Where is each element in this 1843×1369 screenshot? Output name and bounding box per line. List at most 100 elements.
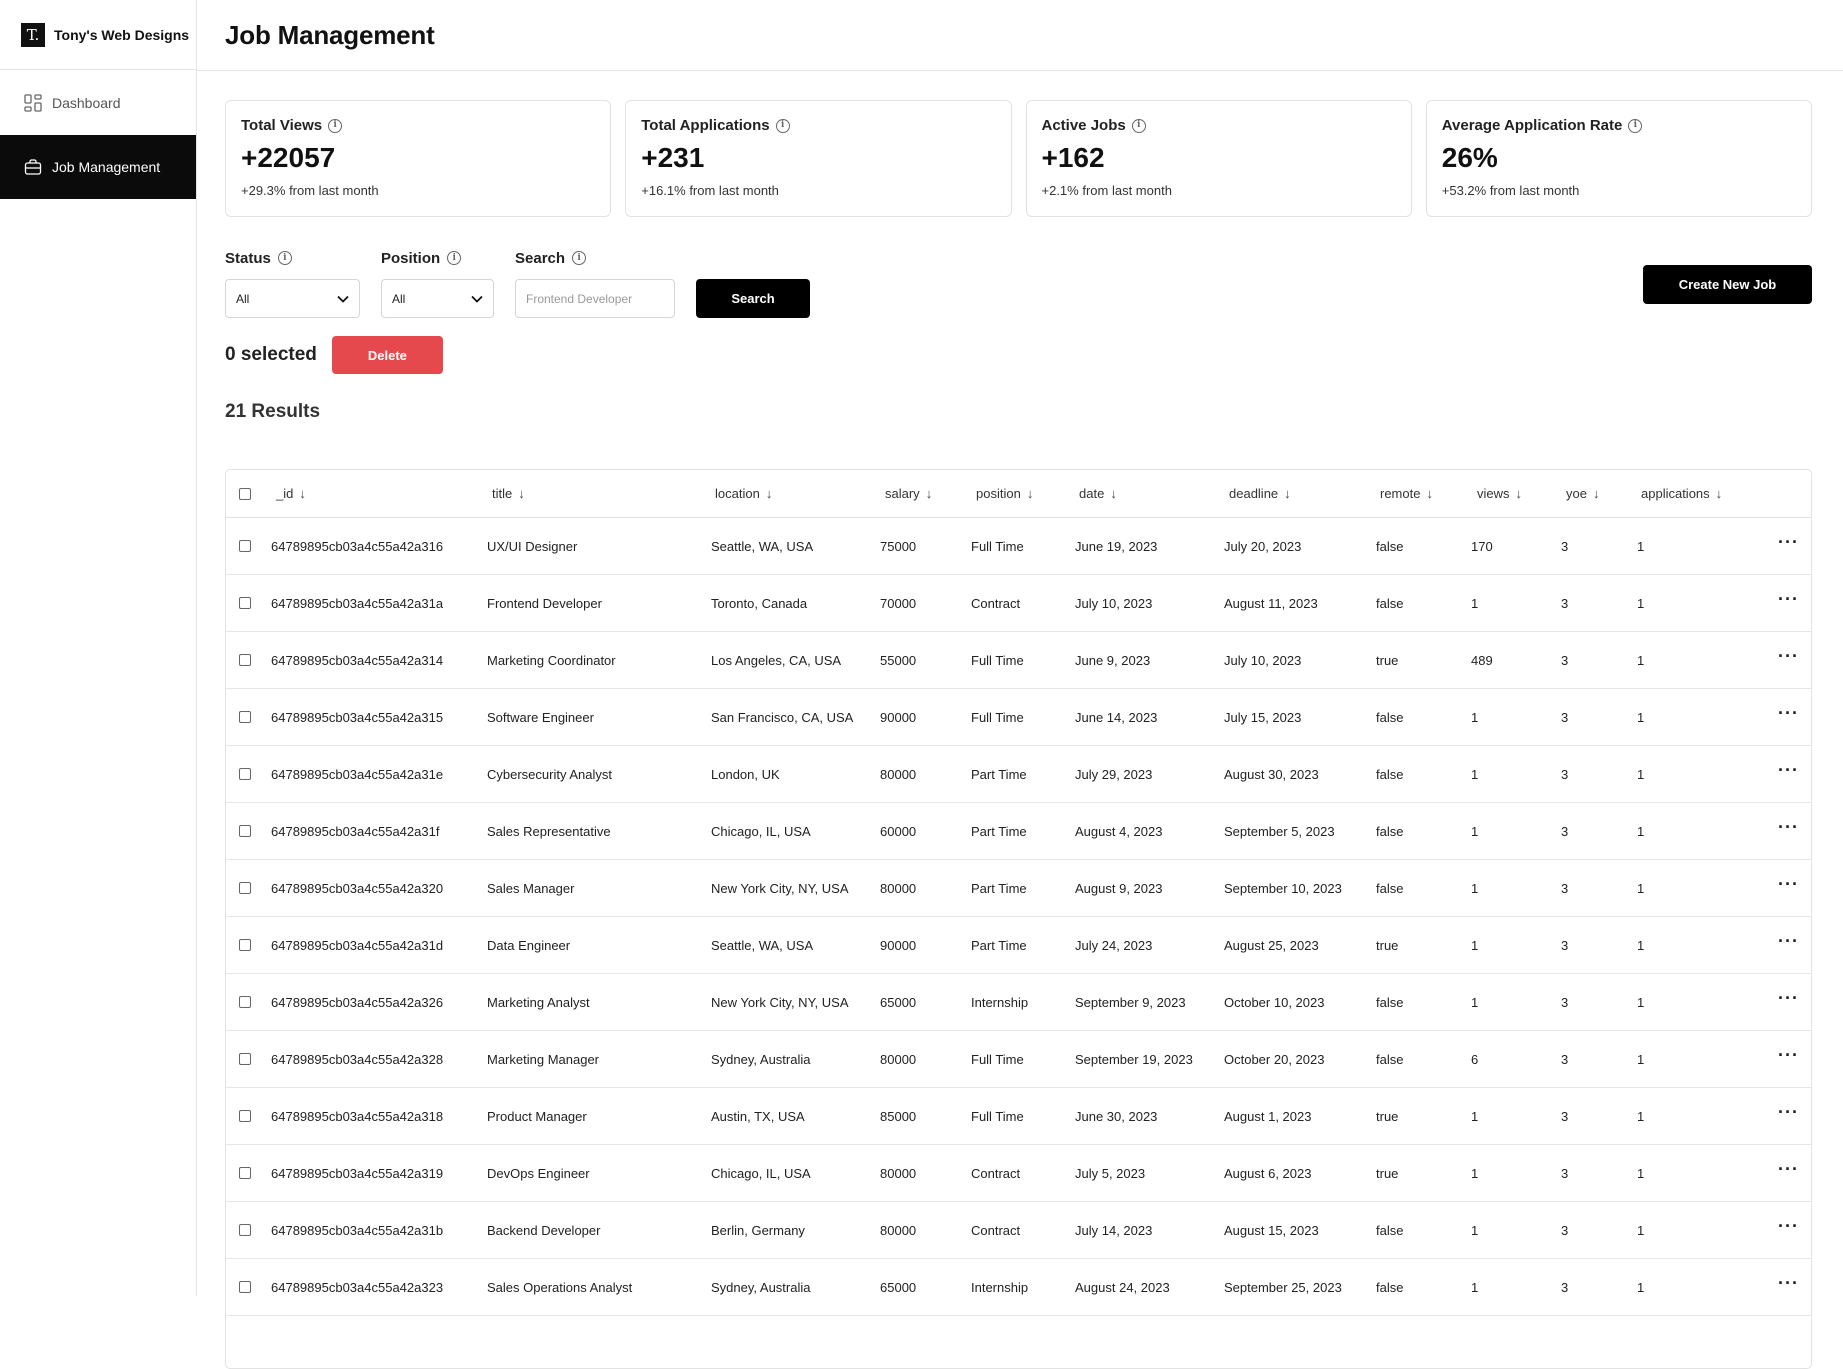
delete-button[interactable]: Delete [331,336,443,374]
select-all-checkbox[interactable] [239,487,251,500]
info-icon[interactable]: i [328,118,343,133]
main-content: Total Views i +22057 +29.3% from last mon… [225,100,1812,1369]
info-icon[interactable]: i [1131,118,1146,133]
row-checkbox[interactable] [239,654,251,666]
cell-deadline: August 30, 2023 [1224,766,1319,782]
table-row[interactable]: 64789895cb03a4c55a42a31e Cybersecurity An… [226,746,1811,803]
column-header-date[interactable]: date ↓ [1079,470,1117,517]
cell-applications: 1 [1637,1165,1645,1181]
cell-location: San Francisco, CA, USA [711,709,854,725]
more-horizontal-icon[interactable]: ··· [1778,1255,1799,1311]
column-header-deadline[interactable]: deadline ↓ [1229,470,1291,517]
stat-card-average-application-rate: Average Application Rate i 26% +53.2% fro… [1425,100,1812,217]
results-count: 21 Results [225,401,321,422]
create-new-job-button[interactable]: Create New Job [1643,265,1812,304]
cell-salary: 80000 [880,1165,917,1181]
column-header-title[interactable]: title ↓ [492,470,525,517]
table-row[interactable]: 64789895cb03a4c55a42a31f Sales Representa… [226,803,1811,860]
more-horizontal-icon[interactable]: ··· [1778,856,1799,912]
info-icon[interactable]: i [572,251,587,265]
more-horizontal-icon[interactable]: ··· [1778,628,1799,684]
cell-date: July 5, 2023 [1075,1165,1146,1181]
row-checkbox[interactable] [239,1167,251,1179]
more-horizontal-icon[interactable]: ··· [1778,799,1799,855]
sidebar-item-label: Dashboard [52,95,121,111]
row-checkbox[interactable] [239,825,251,837]
row-checkbox[interactable] [239,768,251,780]
cell-salary: 85000 [880,1108,917,1124]
table-row[interactable]: 64789895cb03a4c55a42a319 DevOps Engineer C… [226,1145,1811,1202]
cell-yoe: 3 [1561,766,1569,782]
column-header-yoe[interactable]: yoe ↓ [1566,470,1599,517]
table-row[interactable]: 64789895cb03a4c55a42a31d Data Engineer Sea… [226,917,1811,974]
more-horizontal-icon[interactable]: ··· [1778,514,1799,570]
column-header-position[interactable]: position ↓ [976,470,1033,517]
more-horizontal-icon[interactable]: ··· [1778,571,1799,627]
sidebar-item-job-management[interactable]: Job Management [0,135,196,199]
more-horizontal-icon[interactable]: ··· [1778,1141,1799,1197]
row-checkbox-cell [239,575,251,631]
chevron-down-icon [471,295,483,303]
row-checkbox[interactable] [239,996,251,1008]
column-header-location[interactable]: location ↓ [715,470,772,517]
row-checkbox-cell [239,1088,251,1144]
row-checkbox[interactable] [239,1110,251,1122]
column-header-remote[interactable]: remote ↓ [1380,470,1433,517]
sidebar-item-label: Job Management [52,159,161,175]
row-checkbox[interactable] [239,1224,251,1236]
more-horizontal-icon[interactable]: ··· [1778,970,1799,1026]
row-checkbox[interactable] [239,1281,251,1293]
table-row[interactable]: 64789895cb03a4c55a42a31b Backend Develope… [226,1202,1811,1259]
brand[interactable]: T. Tony's Web Designs [0,0,196,70]
cell-title: Backend Developer [487,1222,601,1238]
cell-views: 1 [1471,709,1479,725]
column-header-applications[interactable]: applications ↓ [1641,470,1722,517]
cell-date: June 30, 2023 [1075,1108,1158,1124]
cell-applications: 1 [1637,595,1645,611]
column-header-views[interactable]: views ↓ [1477,470,1522,517]
sidebar-item-dashboard[interactable]: Dashboard [0,71,196,135]
table-row[interactable]: 64789895cb03a4c55a42a314 Marketing Coordi… [226,632,1811,689]
table-row[interactable]: 64789895cb03a4c55a42a326 Marketing Analys… [226,974,1811,1031]
more-horizontal-icon[interactable]: ··· [1778,1198,1799,1254]
table-header: _id ↓ title ↓ location ↓ salary ↓ position ↓ date ↓… [226,470,1811,518]
stat-change: +29.3% from last month [241,183,379,198]
cell-position: Internship [971,1279,1029,1295]
search-button[interactable]: Search [696,279,810,318]
info-icon[interactable]: i [1628,118,1643,133]
table-row[interactable]: 64789895cb03a4c55a42a320 Sales Manager New… [226,860,1811,917]
cell-id: 64789895cb03a4c55a42a315 [271,709,444,725]
row-checkbox[interactable] [239,882,251,894]
column-header-label: yoe [1566,486,1587,501]
table-row[interactable]: 64789895cb03a4c55a42a31a Frontend Develop… [226,575,1811,632]
info-icon[interactable]: i [775,118,790,133]
position-select[interactable]: All [381,279,494,318]
column-header-id[interactable]: _id ↓ [276,470,306,517]
row-checkbox[interactable] [239,1053,251,1065]
search-input[interactable] [515,279,675,318]
more-horizontal-icon[interactable]: ··· [1778,913,1799,969]
table-row[interactable]: 64789895cb03a4c55a42a315 Software Enginee… [226,689,1811,746]
table-row[interactable]: 64789895cb03a4c55a42a316 UX/UI Designer Se… [226,518,1811,575]
row-checkbox[interactable] [239,711,251,723]
arrow-down-icon: ↓ [1426,486,1433,501]
info-icon[interactable]: i [277,251,292,265]
table-row[interactable]: 64789895cb03a4c55a42a318 Product Manager A… [226,1088,1811,1145]
more-horizontal-icon[interactable]: ··· [1778,685,1799,741]
cell-id: 64789895cb03a4c55a42a314 [271,652,444,668]
more-horizontal-icon[interactable]: ··· [1778,1027,1799,1083]
info-icon[interactable]: i [447,251,462,265]
cell-position: Full Time [971,709,1024,725]
row-checkbox[interactable] [239,939,251,951]
row-checkbox[interactable] [239,597,251,609]
status-select[interactable]: All [225,279,360,318]
table-body: 64789895cb03a4c55a42a316 UX/UI Designer Se… [226,518,1811,1316]
cell-salary: 75000 [880,538,917,554]
column-header-salary[interactable]: salary ↓ [885,470,932,517]
more-horizontal-icon[interactable]: ··· [1778,742,1799,798]
table-row[interactable]: 64789895cb03a4c55a42a323 Sales Operations… [226,1259,1811,1316]
more-horizontal-icon[interactable]: ··· [1778,1084,1799,1140]
row-checkbox[interactable] [239,540,251,552]
table-row[interactable]: 64789895cb03a4c55a42a328 Marketing Manage… [226,1031,1811,1088]
cell-applications: 1 [1637,1051,1645,1067]
